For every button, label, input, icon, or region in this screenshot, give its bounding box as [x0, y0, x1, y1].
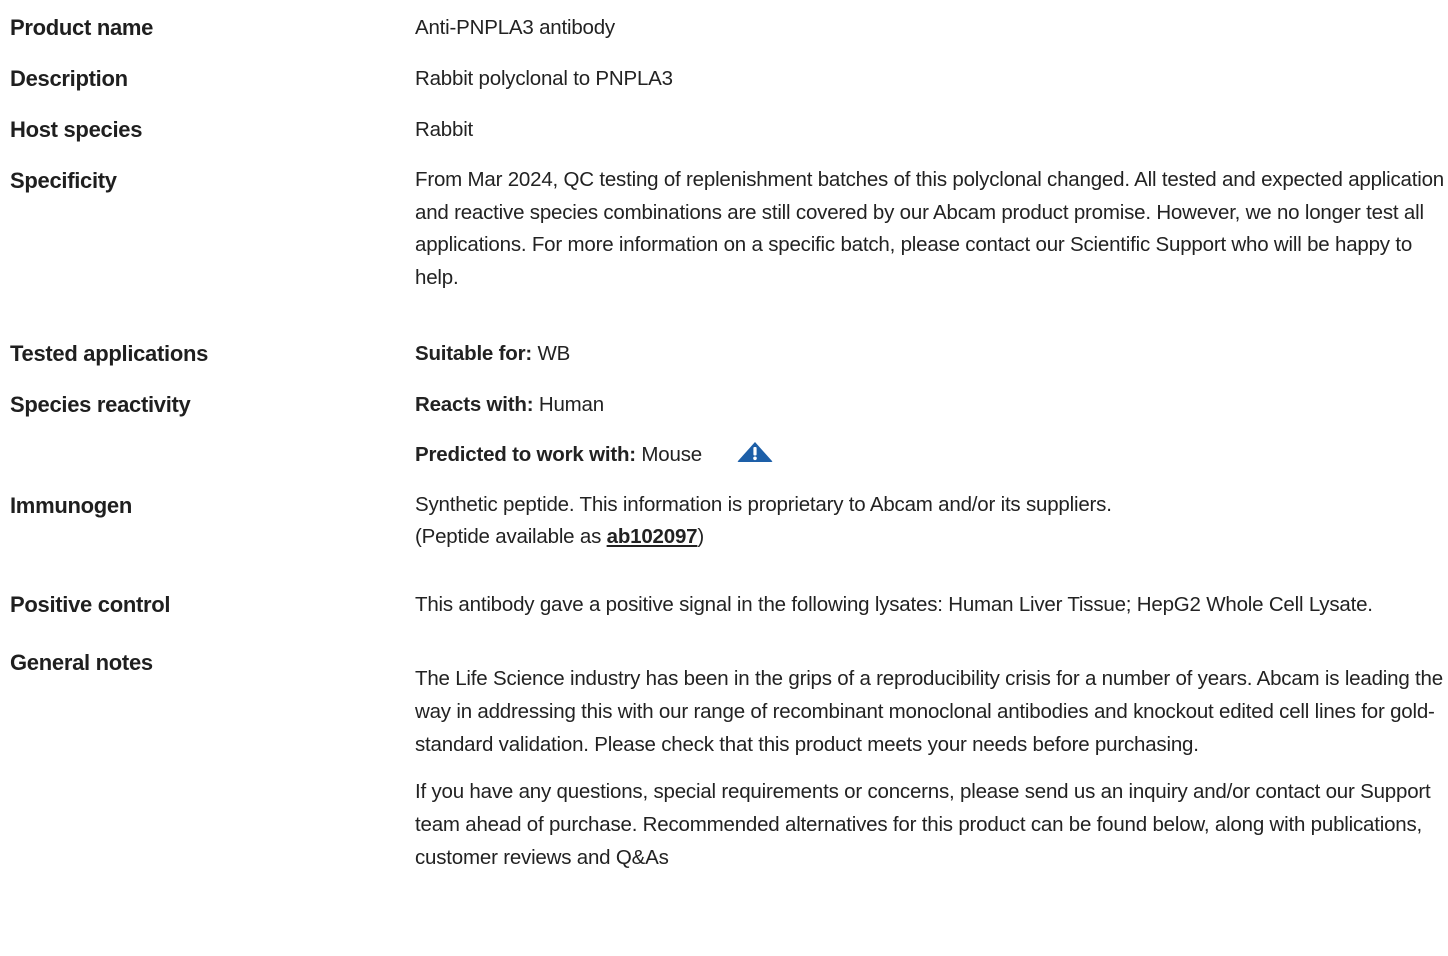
immunogen-label: Immunogen	[10, 493, 132, 518]
specificity-value: From Mar 2024, QC testing of replenishme…	[415, 168, 1445, 289]
product-name-value: Anti-PNPLA3 antibody	[415, 16, 615, 39]
specificity-label: Specificity	[10, 168, 117, 193]
predicted-species: Mouse	[641, 443, 702, 466]
immunogen-line2-prefix: (Peptide available as	[415, 525, 607, 548]
reacts-with-species: Human	[538, 393, 604, 416]
peptide-link[interactable]: ab102097	[607, 525, 698, 548]
immunogen-line2: (Peptide available as ab102097)	[415, 521, 1445, 553]
general-notes-value: The Life Science industry has been in th…	[415, 662, 1445, 874]
positive-control-label: Positive control	[10, 592, 171, 617]
description-label: Description	[10, 66, 128, 91]
host-species-value: Rabbit	[415, 118, 474, 141]
suitable-for-prefix: Suitable for:	[415, 342, 532, 365]
reacts-with-prefix: Reacts with:	[415, 393, 534, 416]
general-notes-label: General notes	[10, 650, 153, 675]
general-notes-paragraph-2: If you have any questions, special requi…	[415, 780, 1431, 869]
reacts-with-value: Reacts with: Human	[415, 388, 1445, 421]
suitable-for-value: WB	[537, 342, 571, 365]
tested-applications-label: Tested applications	[10, 341, 209, 366]
positive-control-value: This antibody gave a positive signal in …	[415, 593, 1373, 616]
immunogen-line1: Synthetic peptide. This information is p…	[415, 493, 1112, 516]
immunogen-line2-suffix: )	[697, 525, 704, 548]
general-notes-paragraph-1: The Life Science industry has been in th…	[415, 667, 1443, 756]
warning-triangle-icon[interactable]	[735, 440, 775, 462]
predicted-prefix: Predicted to work with:	[415, 443, 636, 466]
predicted-value: Predicted to work with: Mouse	[415, 438, 1445, 471]
product-name-label: Product name	[10, 15, 154, 40]
immunogen-value: Synthetic peptide. This information is p…	[415, 489, 1445, 553]
species-reactivity-label: Species reactivity	[10, 392, 191, 417]
description-value: Rabbit polyclonal to PNPLA3	[415, 67, 673, 90]
tested-applications-value: Suitable for: WB	[415, 337, 1445, 370]
host-species-label: Host species	[10, 117, 143, 142]
